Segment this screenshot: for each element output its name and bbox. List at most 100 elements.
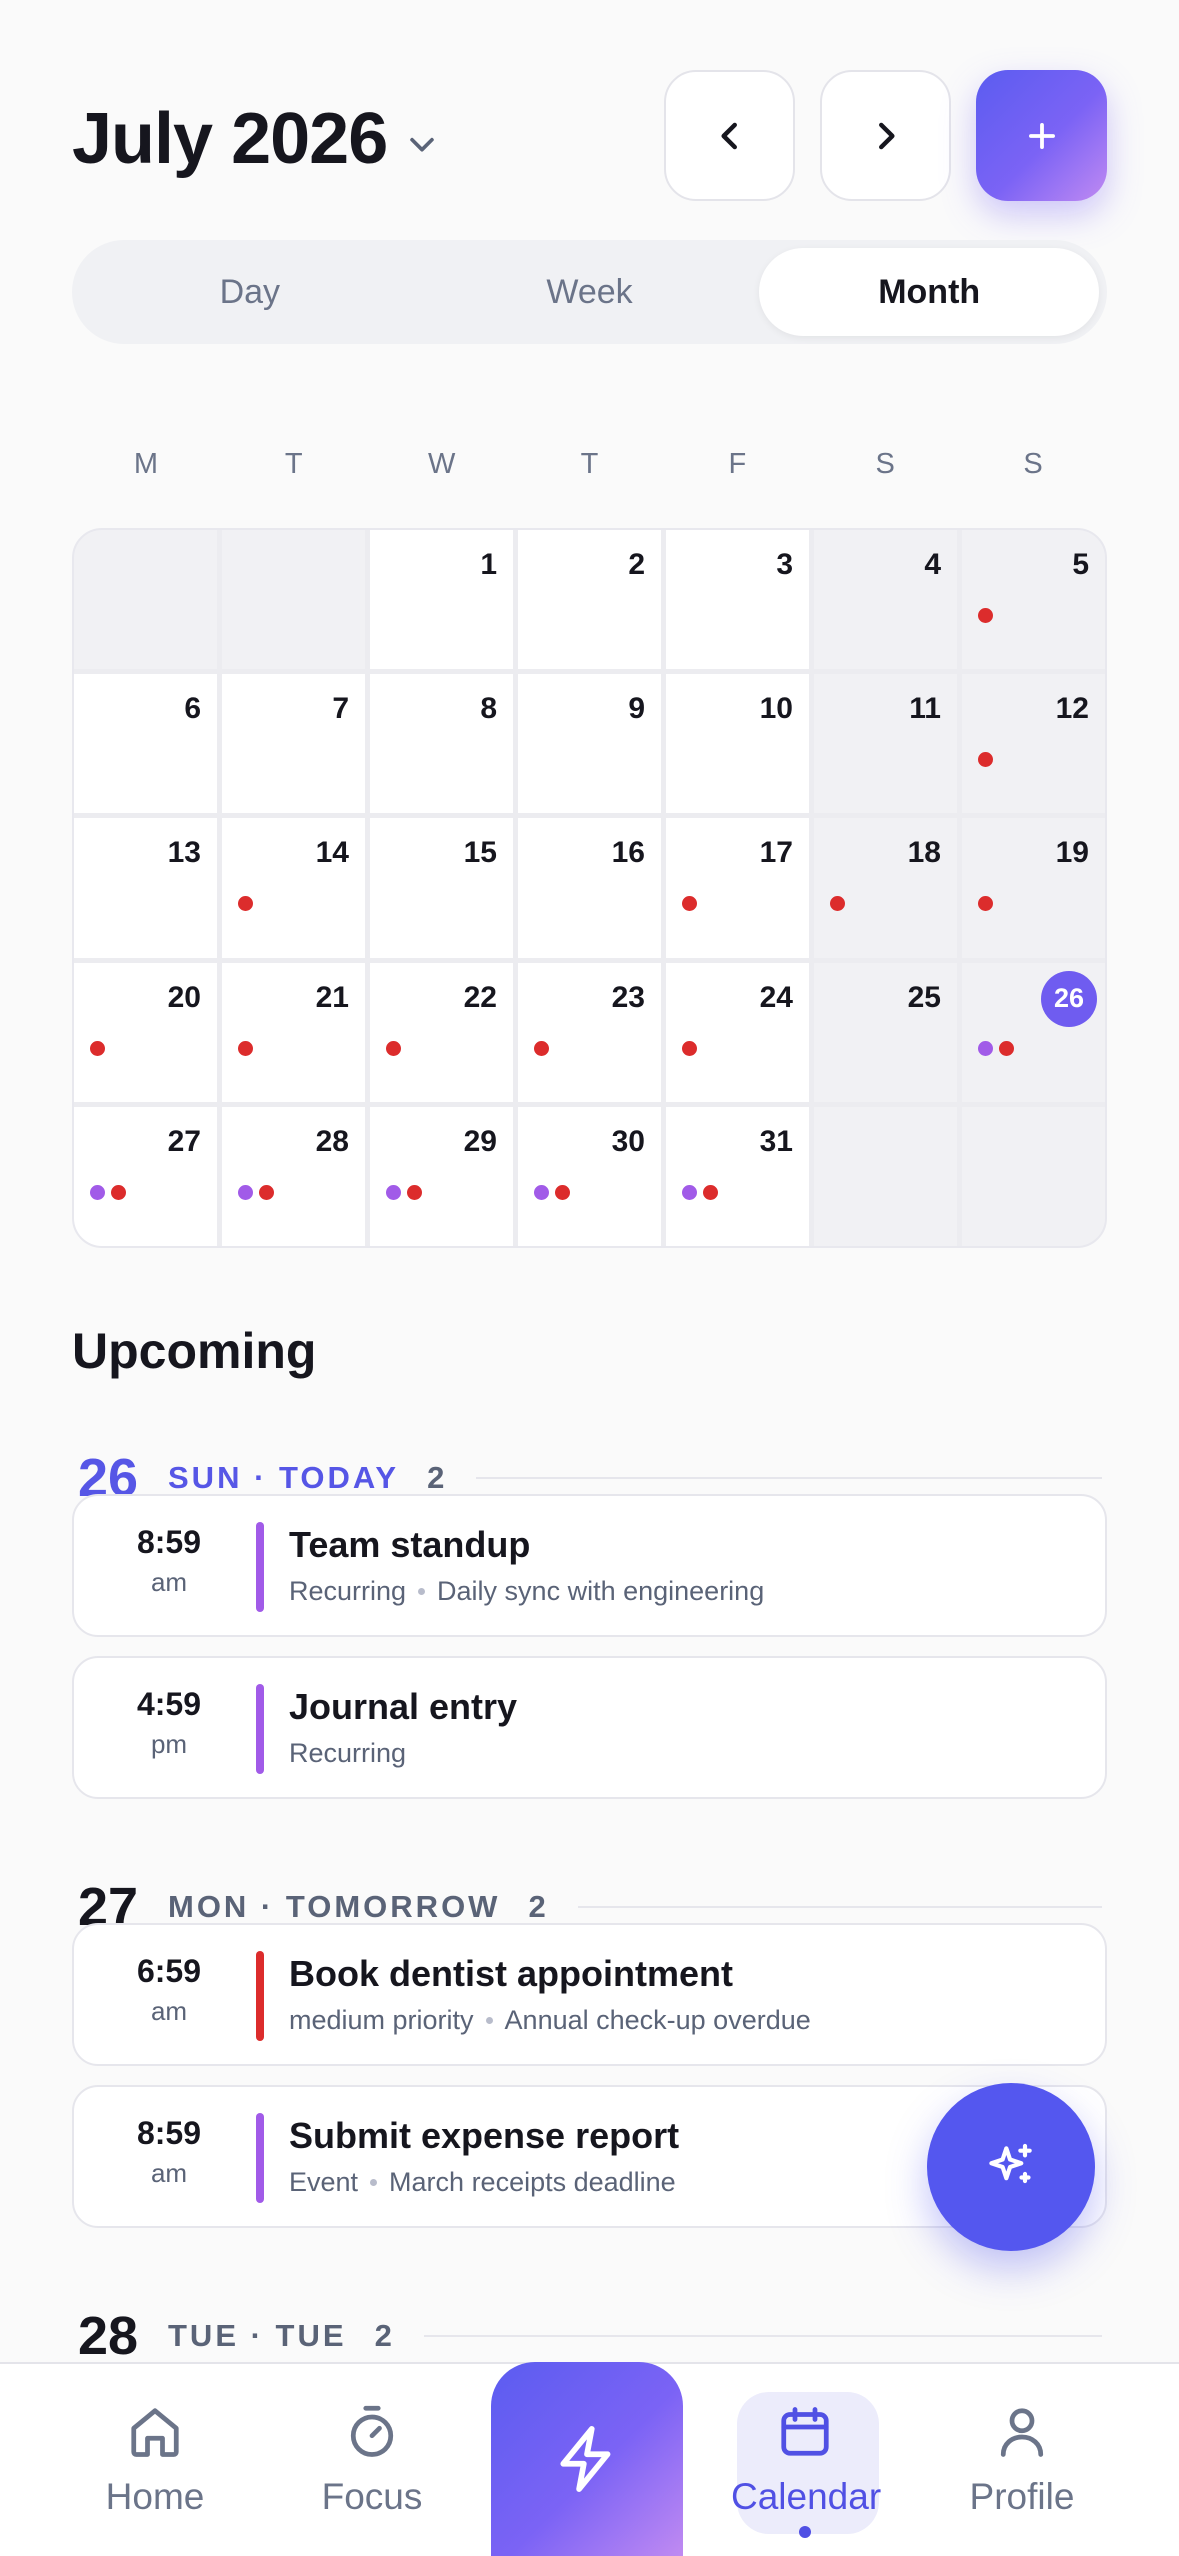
calendar-day-cell[interactable]: 20: [74, 962, 217, 1102]
calendar-day-cell[interactable]: 22: [370, 962, 513, 1102]
calendar-day-cell[interactable]: 10: [666, 674, 809, 814]
event-dot: [407, 1184, 422, 1200]
event-card[interactable]: 4:59 pm Journal entry Recurring: [72, 1656, 1107, 1799]
calendar-day-cell[interactable]: 13: [74, 818, 217, 958]
tab-day[interactable]: Day: [80, 248, 420, 336]
event-dot: [534, 1184, 549, 1200]
event-dots: [238, 1184, 274, 1200]
calendar-day-cell[interactable]: 27: [74, 1106, 217, 1246]
event-dot: [90, 1184, 105, 1200]
active-dot: [799, 2526, 811, 2538]
divider: [476, 1477, 1102, 1479]
tab-month[interactable]: Month: [759, 248, 1100, 336]
nav-profile[interactable]: Profile: [947, 2402, 1097, 2518]
day-number: 19: [1055, 836, 1089, 870]
calendar-day-cell[interactable]: 4: [814, 530, 957, 670]
event-dots: [534, 1040, 549, 1056]
event-dot: [90, 1040, 105, 1056]
event-dot: [386, 1184, 401, 1200]
separator-dot: [485, 2017, 493, 2024]
today-day-number: 26: [1041, 970, 1097, 1027]
calendar-day-cell[interactable]: 29: [370, 1106, 513, 1246]
weekday-header: M T W T F S S: [72, 448, 1107, 492]
event-time-value: 4:59: [136, 1686, 202, 1722]
day-number: 5: [1072, 548, 1089, 581]
calendar-day-cell[interactable]: 2: [518, 530, 661, 670]
calendar-day-cell[interactable]: 14: [222, 818, 365, 958]
day-number: 20: [167, 980, 201, 1014]
next-month-button[interactable]: [820, 70, 951, 201]
event-dot: [682, 1184, 697, 1200]
tab-week[interactable]: Week: [420, 248, 760, 336]
event-meta: Event March receipts deadline: [289, 2167, 676, 2198]
nav-home[interactable]: Home: [80, 2402, 230, 2518]
event-title: Team standup: [289, 1524, 531, 1565]
divider: [423, 2335, 1102, 2337]
day-number: 8: [480, 692, 497, 726]
event-dot: [978, 896, 993, 912]
calendar-day-cell[interactable]: 8: [370, 674, 513, 814]
event-time-ampm: am: [150, 1996, 188, 2026]
weekday-label: S: [1023, 448, 1043, 480]
calendar-day-cell[interactable]: 3: [666, 530, 809, 670]
nav-focus[interactable]: Focus: [297, 2402, 447, 2518]
calendar-day-cell[interactable]: 21: [222, 962, 365, 1102]
ai-assistant-button[interactable]: [927, 2083, 1095, 2251]
calendar-day-cell[interactable]: 28: [222, 1106, 365, 1246]
quick-capture-button[interactable]: [491, 2362, 683, 2556]
day-number: 29: [463, 1124, 497, 1158]
event-color-bar: [256, 1951, 264, 2041]
calendar-day-cell[interactable]: 15: [370, 818, 513, 958]
calendar-day-cell[interactable]: 18: [814, 818, 957, 958]
person-icon: [1000, 2408, 1044, 2457]
event-dots: [682, 896, 697, 912]
event-time-ampm: am: [150, 2158, 188, 2188]
event-dots: [682, 1040, 697, 1056]
weekday-label: W: [427, 448, 456, 480]
event-time: 8:59 am: [114, 2115, 224, 2189]
event-time: 8:59 am: [114, 1524, 224, 1598]
nav-calendar[interactable]: Calendar: [731, 2392, 881, 2538]
calendar-day-cell[interactable]: 23: [518, 962, 661, 1102]
day-number: 3: [776, 548, 793, 581]
day-number: 1: [480, 548, 497, 581]
calendar-day-cell[interactable]: 5: [962, 530, 1105, 670]
day-number: 27: [167, 1124, 201, 1158]
event-color-bar: [256, 1522, 264, 1612]
calendar-day-cell[interactable]: 1: [370, 530, 513, 670]
calendar-day-cell[interactable]: 11: [814, 674, 957, 814]
month-grid: 1 2 3 4 5 6 7 8 9 10 11 12 13 14 15 16 17 18 19 20 21 22 23 24 2…: [72, 528, 1107, 1248]
calendar-day-cell[interactable]: 26: [962, 962, 1105, 1102]
calendar-day-cell[interactable]: 17: [666, 818, 809, 958]
calendar-day-cell[interactable]: 7: [222, 674, 365, 814]
event-meta: Recurring Daily sync with engineering: [289, 1576, 764, 1607]
day-number: 9: [628, 692, 645, 726]
calendar-day-cell[interactable]: 30: [518, 1106, 661, 1246]
calendar-day-cell[interactable]: 6: [74, 674, 217, 814]
event-card[interactable]: 8:59 am Team standup Recurring Daily syn…: [72, 1494, 1107, 1637]
event-dots: [386, 1040, 401, 1056]
event-time-value: 8:59: [136, 2115, 202, 2151]
event-dot: [259, 1184, 274, 1200]
event-card[interactable]: 6:59 am Book dentist appointment medium …: [72, 1923, 1107, 2066]
calendar-day-cell[interactable]: 31: [666, 1106, 809, 1246]
month-picker[interactable]: July 2026: [72, 98, 439, 180]
calendar-day-cell[interactable]: 9: [518, 674, 661, 814]
day-number: 12: [1055, 692, 1089, 726]
calendar-day-cell[interactable]: 25: [814, 962, 957, 1102]
calendar-day-cell[interactable]: 16: [518, 818, 661, 958]
event-dot: [111, 1184, 126, 1200]
add-event-button[interactable]: [976, 70, 1107, 201]
day-number: 6: [184, 692, 201, 726]
event-dot: [682, 896, 697, 912]
day-number: 24: [759, 980, 793, 1014]
event-count: 2: [427, 1460, 445, 1495]
previous-month-button[interactable]: [664, 70, 795, 201]
stopwatch-icon: [350, 2405, 394, 2457]
calendar-day-cell[interactable]: 19: [962, 818, 1105, 958]
month-label: July 2026: [72, 99, 388, 179]
calendar-day-cell[interactable]: 12: [962, 674, 1105, 814]
day-label: MON · TOMORROW: [168, 1889, 501, 1924]
day-label: SUN · TODAY: [168, 1460, 400, 1495]
calendar-day-cell[interactable]: 24: [666, 962, 809, 1102]
